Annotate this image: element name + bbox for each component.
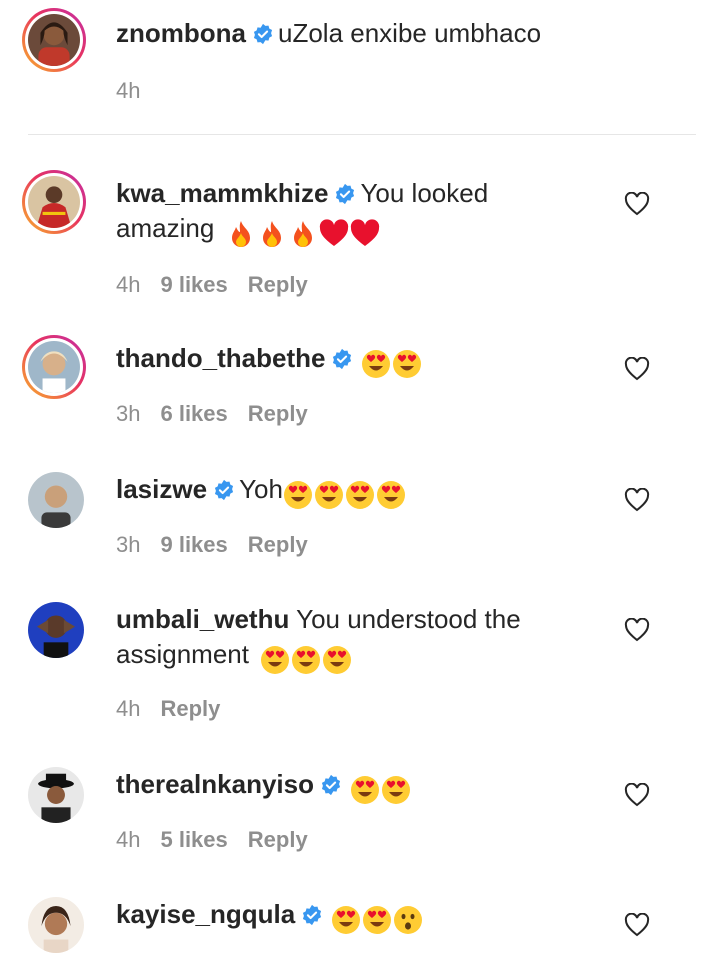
comment-meta: 4h Reply (116, 696, 240, 722)
verified-badge-icon (333, 348, 352, 370)
comment-meta: 3h 6 likes Reply (116, 401, 328, 427)
verified-badge-icon (336, 183, 355, 205)
heart-eyes-emoji (332, 906, 361, 935)
emoji-group (226, 215, 381, 250)
heart-eyes-emoji (345, 481, 374, 510)
comment-avatar[interactable] (28, 767, 84, 823)
likes-count[interactable]: 9 likes (160, 272, 227, 297)
comment-text: therealnkanyiso (116, 767, 596, 806)
comment-text: umbali_wethu You understood the assignme… (116, 602, 596, 676)
comment-avatar[interactable] (22, 335, 86, 399)
heart-outline-icon[interactable] (624, 192, 650, 216)
verified-badge-icon (303, 904, 322, 926)
caption-meta: 4h (116, 78, 160, 104)
verified-badge-icon (253, 23, 273, 45)
fire-emoji (293, 221, 312, 248)
comment-text: thando_thabethe (116, 341, 596, 380)
emoji-group (260, 641, 353, 676)
comment-message-cont: amazing (116, 213, 215, 243)
comment-username[interactable]: lasizwe (116, 474, 207, 504)
reply-button[interactable]: Reply (248, 532, 308, 557)
red-heart-emoji (350, 219, 379, 247)
heart-eyes-emoji (381, 776, 410, 805)
fire-emoji (262, 221, 281, 248)
reply-button[interactable]: Reply (160, 696, 220, 721)
comment-time: 3h (116, 532, 141, 557)
heart-eyes-emoji (363, 906, 392, 935)
heart-outline-icon[interactable] (624, 488, 650, 512)
red-heart-emoji (319, 219, 348, 247)
caption-message: uZola enxibe umbhaco (278, 18, 542, 48)
likes-count[interactable]: 5 likes (160, 827, 227, 852)
comment-avatar[interactable] (22, 170, 86, 234)
heart-eyes-emoji (362, 350, 391, 379)
hushed-face-emoji (394, 906, 423, 935)
comment-text: kayise_ngqula (116, 897, 596, 936)
comment-time: 4h (116, 272, 141, 297)
comment-message: You understood the (296, 604, 521, 634)
comment-time: 4h (116, 696, 141, 721)
caption-text: znombona uZola enxibe umbhaco (116, 16, 596, 51)
comment-message: Yoh (239, 474, 283, 504)
likes-count[interactable]: 9 likes (160, 532, 227, 557)
comment-message: You looked (360, 178, 489, 208)
emoji-group (350, 771, 412, 806)
heart-outline-icon[interactable] (624, 913, 650, 937)
comment-time: 4h (116, 827, 141, 852)
emoji-group (361, 345, 423, 380)
heart-eyes-emoji (323, 646, 352, 675)
divider (28, 134, 696, 135)
comment-username[interactable]: therealnkanyiso (116, 769, 314, 799)
caption-avatar[interactable] (22, 8, 86, 72)
reply-button[interactable]: Reply (248, 272, 308, 297)
caption-username[interactable]: znombona (116, 18, 246, 48)
fire-emoji (231, 221, 250, 248)
likes-count[interactable]: 6 likes (160, 401, 227, 426)
verified-badge-icon (321, 774, 341, 796)
emoji-group (331, 901, 424, 936)
comment-avatar[interactable] (28, 602, 84, 658)
comment-avatar[interactable] (28, 472, 84, 528)
emoji-group (283, 476, 407, 511)
heart-eyes-emoji (350, 776, 379, 805)
caption-time: 4h (116, 78, 141, 103)
heart-eyes-emoji (283, 481, 312, 510)
comment-text: lasizwe Yoh (116, 472, 596, 511)
heart-eyes-emoji (393, 350, 422, 379)
heart-eyes-emoji (376, 481, 405, 510)
comment-message-cont: assignment (116, 639, 249, 669)
comment-username[interactable]: umbali_wethu (116, 604, 289, 634)
reply-button[interactable]: Reply (248, 827, 308, 852)
heart-eyes-emoji (261, 646, 290, 675)
heart-outline-icon[interactable] (624, 357, 650, 381)
comment-meta: 4h 5 likes Reply (116, 827, 328, 853)
comment-username[interactable]: kwa_mammkhize (116, 178, 328, 208)
comment-username[interactable]: thando_thabethe (116, 343, 325, 373)
caption-block: znombona uZola enxibe umbhaco 4h (0, 0, 720, 136)
comment-username[interactable]: kayise_ngqula (116, 899, 295, 929)
comment-time: 3h (116, 401, 141, 426)
comment-avatar[interactable] (28, 897, 84, 953)
reply-button[interactable]: Reply (248, 401, 308, 426)
heart-outline-icon[interactable] (624, 783, 650, 807)
verified-badge-icon (214, 479, 234, 501)
comment-meta: 3h 9 likes Reply (116, 532, 328, 558)
comment-meta: 4h 9 likes Reply (116, 272, 328, 298)
heart-outline-icon[interactable] (624, 618, 650, 642)
heart-eyes-emoji (292, 646, 321, 675)
heart-eyes-emoji (314, 481, 343, 510)
comment-text: kwa_mammkhize You looked amazing (116, 176, 596, 250)
